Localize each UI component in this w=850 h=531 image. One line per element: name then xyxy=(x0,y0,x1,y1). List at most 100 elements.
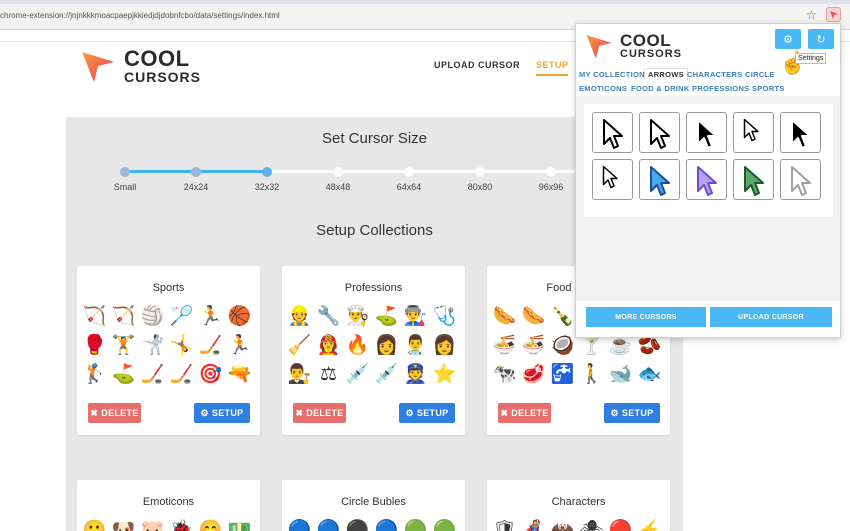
setup-collection-button[interactable]: ⚙ SETUP xyxy=(604,403,660,423)
tab-professions[interactable]: PROFESSIONS xyxy=(692,84,749,93)
upload-cursor-button[interactable]: UPLOAD CURSOR xyxy=(710,307,832,327)
setup-label: SETUP xyxy=(621,408,654,418)
delete-collection-button[interactable]: ✖ DELETE xyxy=(88,403,141,423)
cursor-arrow-icon xyxy=(696,118,717,149)
collection-cursor-icon: 🐷 xyxy=(140,520,165,531)
size-option-dot[interactable] xyxy=(333,167,343,177)
refresh-icon: ↻ xyxy=(816,33,826,46)
nav-upload-cursor[interactable]: UPLOAD CURSOR xyxy=(434,60,520,70)
close-icon: ✖ xyxy=(90,407,99,418)
gear-icon: ⚙ xyxy=(783,33,793,46)
reset-button[interactable]: ↻ xyxy=(808,29,834,49)
collection-cursor-icon: 👨‍⚖️ xyxy=(287,364,312,385)
cursor-option-arrow-white[interactable] xyxy=(639,112,680,153)
settings-button[interactable]: ⚙ xyxy=(775,29,801,49)
tab-arrows[interactable]: ARROWS xyxy=(644,68,688,80)
cursor-option-arrow-light-gray[interactable] xyxy=(780,159,821,200)
cursor-option-arrow-black[interactable] xyxy=(686,112,727,153)
tab-circle[interactable]: CIRCLE xyxy=(745,70,775,79)
size-option-dot[interactable] xyxy=(262,167,272,177)
collection-cursor-icon: 💉 xyxy=(374,364,399,385)
collection-cursor-icon: 🏹 xyxy=(111,306,136,327)
setup-collection-button[interactable]: ⚙ SETUP xyxy=(194,403,250,423)
cursor-option-arrow-white-small[interactable] xyxy=(733,112,774,153)
size-option-label: 80x80 xyxy=(467,182,493,192)
collection-cursor-icon: 🦸 xyxy=(521,520,546,531)
delete-label: DELETE xyxy=(306,408,344,418)
collection-cursor-icon: ⚖ xyxy=(319,364,338,385)
close-icon: ✖ xyxy=(295,407,304,418)
gear-icon: ⚙ xyxy=(405,407,414,418)
browser-tab-strip xyxy=(0,0,850,4)
more-cursors-button[interactable]: MORE CURSORS xyxy=(586,307,706,327)
cursor-option-arrow-white-thin[interactable] xyxy=(592,159,633,200)
collection-card: Circle Bubles 🔵 🔵 ⚫ 🔵 🟢 🟢 xyxy=(282,480,465,531)
address-bar[interactable]: chrome-extension://jnjnkkkmoacpaepjkkied… xyxy=(0,11,280,20)
collection-cursor-icon: 🏃 xyxy=(198,306,223,327)
tab-characters[interactable]: CHARACTERS xyxy=(687,70,743,79)
collection-cursor-icon: 🏀 xyxy=(227,306,252,327)
size-option-dot[interactable] xyxy=(191,167,201,177)
size-option-label: 24x24 xyxy=(183,182,209,192)
size-option-label: 96x96 xyxy=(538,182,564,192)
collection-cursor-icon: 🤸 xyxy=(169,335,194,356)
gear-icon: ⚙ xyxy=(200,407,209,418)
cursor-grid xyxy=(584,104,833,217)
collection-cursor-icon: 🐄 xyxy=(492,364,517,385)
collection-title: Sports xyxy=(152,282,185,294)
tab-emoticons[interactable]: EMOTICONS xyxy=(579,84,627,93)
collection-cursor-icon: 🔫 xyxy=(227,364,252,385)
collection-cursor-icon: 🏒 xyxy=(169,364,194,385)
delete-collection-button[interactable]: ✖ DELETE xyxy=(498,403,551,423)
tab-sports[interactable]: SPORTS xyxy=(752,84,785,93)
collection-cursor-icon: 😊 xyxy=(198,520,223,531)
cursor-option-arrow-bold-white[interactable] xyxy=(592,112,633,153)
collection-title: Professions xyxy=(344,282,403,294)
cursor-arrow-icon xyxy=(602,118,623,149)
collection-cursor-icon: ⚡ xyxy=(637,520,662,531)
collection-cursor-icon: 🐶 xyxy=(111,520,136,531)
delete-collection-button[interactable]: ✖ DELETE xyxy=(293,403,346,423)
cursor-arrow-icon xyxy=(743,165,764,196)
size-option-label: 32x32 xyxy=(254,182,280,192)
collection-cursor-icon: 🥩 xyxy=(521,364,546,385)
collection-cursor-icon: 🏌 xyxy=(82,364,107,385)
cursor-arrow-icon xyxy=(790,118,811,149)
size-option-dot[interactable] xyxy=(546,167,556,177)
collection-cursor-icon: 🕷 xyxy=(579,520,604,531)
setup-collection-button[interactable]: ⚙ SETUP xyxy=(399,403,455,423)
collection-cursor-icon: 🏋 xyxy=(111,335,136,356)
cursor-option-arrow-black-outline[interactable] xyxy=(780,112,821,153)
cursor-arrow-icon xyxy=(602,165,618,188)
star-icon[interactable]: ☆ xyxy=(806,8,817,22)
cool-cursors-extension-icon[interactable] xyxy=(826,7,841,22)
collection-icons: 👷 🔧 👨‍🍳 ⛳ 👨‍🏭 🩺 🧹 👩‍🚒 🔥 👩 👨‍⚕️ 👩 👨‍⚖️ ⚖ 💉 💉 👮 ⭐ xyxy=(285,302,462,389)
collection-cursor-icon: 🦇 xyxy=(550,520,575,531)
collection-cursor-icon: 🐋 xyxy=(608,364,633,385)
tab-my-collection[interactable]: MY COLLECTION xyxy=(579,70,645,79)
cursor-option-arrow-purple-sparkle[interactable] xyxy=(686,159,727,200)
logo-text-cursors: CURSORS xyxy=(124,69,202,85)
nav-active-underline xyxy=(536,74,568,76)
cursor-option-arrow-green[interactable] xyxy=(733,159,774,200)
collection-cursor-icon: 🍾 xyxy=(550,306,575,327)
collection-title: Emoticons xyxy=(142,496,195,508)
size-option-dot[interactable] xyxy=(120,167,130,177)
size-option-dot[interactable] xyxy=(404,167,414,177)
nav-setup[interactable]: SETUP xyxy=(536,60,569,70)
size-option-dot[interactable] xyxy=(475,167,485,177)
collection-cursor-icon: 🥊 xyxy=(82,335,107,356)
collection-cursor-icon: 🍜 xyxy=(492,335,517,356)
collection-card: Characters 🛡 🦸 🦇 🕷 🔴 ⚡ xyxy=(487,480,670,531)
tab-food-drink[interactable]: FOOD & DRINK xyxy=(631,84,690,93)
collection-cursor-icon: 🏸 xyxy=(169,306,194,327)
collection-cursor-icon: 💵 xyxy=(227,520,252,531)
collection-cursor-icon: ⚫ xyxy=(345,520,370,531)
collection-cursor-icon: 🏹 xyxy=(82,306,107,327)
collection-title: Circle Bubles xyxy=(341,496,406,508)
brand-logo[interactable]: COOL CURSORS xyxy=(80,48,201,84)
cursor-option-arrow-blue-sparkle[interactable] xyxy=(639,159,680,200)
collection-cursor-icon: 🔵 xyxy=(316,520,341,531)
collection-cursor-icon: 🎯 xyxy=(198,364,223,385)
collection-cursor-icon: 🌭 xyxy=(492,306,517,327)
